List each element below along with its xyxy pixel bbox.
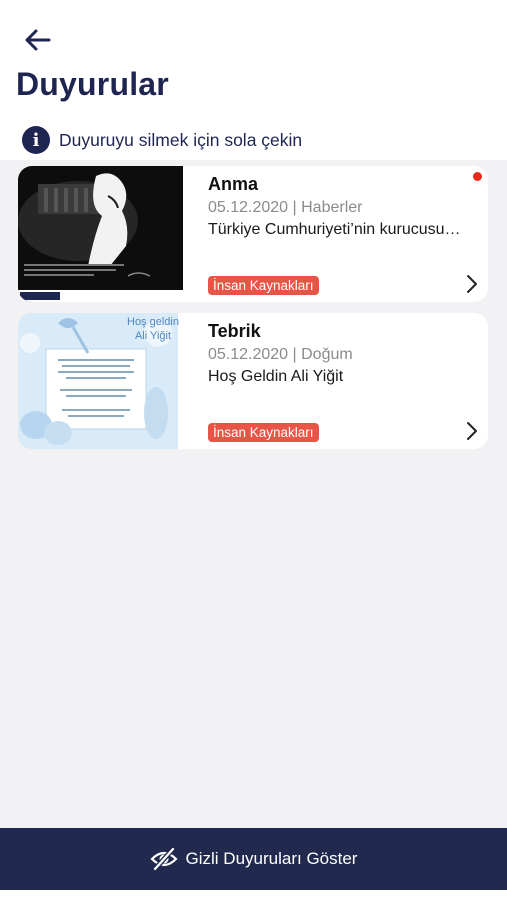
card-content: Tebrik 05.12.2020 | Doğum Hoş Geldin Ali… — [208, 313, 458, 449]
category-tag: İnsan Kaynakları — [208, 423, 319, 442]
baby-welcome-thumbnail: Hoş geldin Ali Yiğit — [18, 313, 183, 449]
swipe-hint-text: Duyuruyu silmek için sola çekin — [59, 129, 303, 150]
card-title: Anma — [208, 174, 259, 194]
card-content: Anma 05.12.2020 | Haberler Türkiye Cumhu… — [208, 166, 461, 302]
card-date-category: 05.12.2020 | Doğum — [208, 346, 353, 363]
memorial-thumbnail — [18, 166, 183, 302]
bottom-safe-area — [0, 890, 507, 900]
eye-slash-icon — [149, 847, 178, 871]
chevron-right-icon[interactable] — [466, 421, 478, 441]
category-tag: İnsan Kaynakları — [208, 276, 319, 295]
unread-indicator — [473, 172, 482, 181]
page-title: Duyurular — [16, 66, 169, 102]
card-description: Türkiye Cumhuriyeti’nin kurucusu… — [208, 221, 461, 238]
info-icon: i — [22, 126, 50, 154]
card-title: Tebrik — [208, 321, 261, 341]
show-hidden-label: Gizli Duyuruları Göster — [185, 849, 358, 868]
card-description: Hoş Geldin Ali Yiğit — [208, 368, 344, 385]
chevron-right-icon[interactable] — [466, 274, 478, 294]
thumbnail-caption-line-1: Hoş geldin — [127, 316, 179, 328]
announcement-card[interactable]: Anma 05.12.2020 | Haberler Türkiye Cumhu… — [18, 166, 488, 302]
top-bar: Duyurular i Duyuruyu silmek için sola çe… — [0, 0, 507, 160]
show-hidden-announcements-button[interactable]: Gizli Duyuruları Göster — [0, 828, 507, 890]
announcement-card[interactable]: Hoş geldin Ali Yiğit Tebrik 05.12.2020 |… — [18, 313, 488, 449]
swipe-hint: i Duyuruyu silmek için sola çekin — [22, 126, 302, 154]
card-date-category: 05.12.2020 | Haberler — [208, 199, 363, 216]
back-arrow-icon[interactable] — [22, 26, 54, 54]
thumbnail-caption-line-2: Ali Yiğit — [135, 330, 171, 342]
